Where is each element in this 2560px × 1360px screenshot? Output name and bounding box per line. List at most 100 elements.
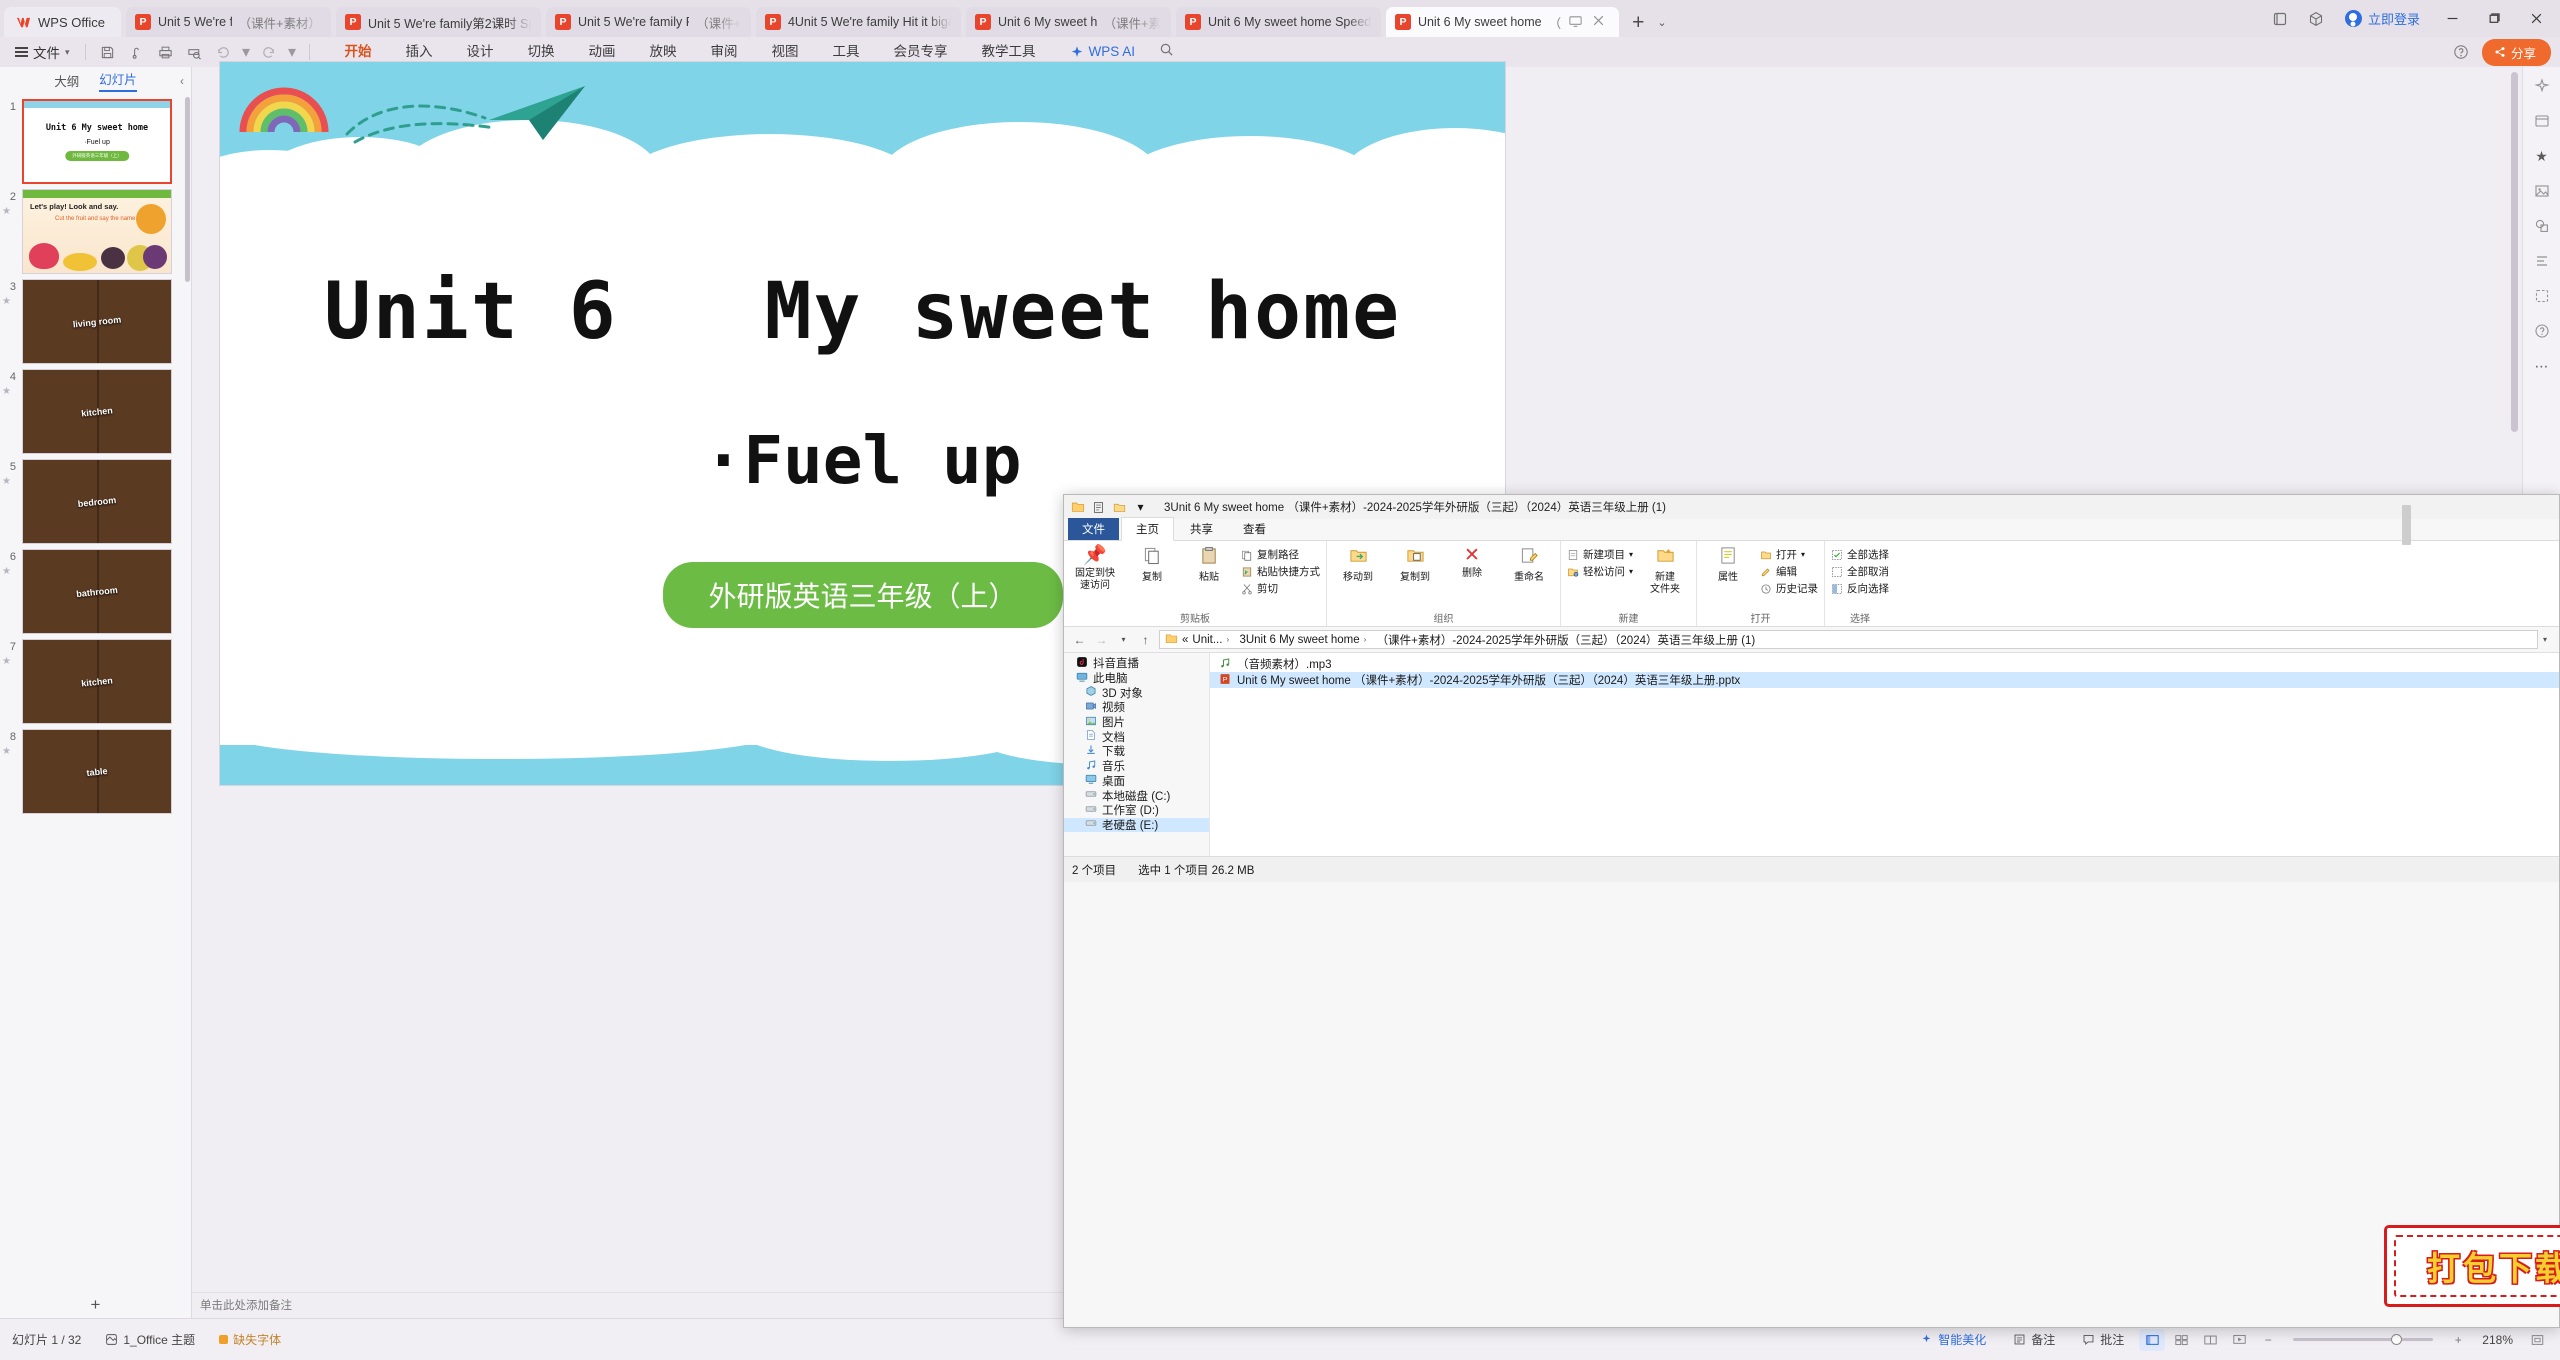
address-bar[interactable]: « Unit... › 3Unit 6 My sweet home › （课件+…	[1159, 630, 2538, 649]
close-tab-icon[interactable]	[1592, 14, 1609, 31]
delete-button[interactable]: ✕ 删除	[1447, 544, 1497, 580]
slide-thumbnail-row[interactable]: 4 ★ kitchen	[0, 364, 191, 454]
close-button[interactable]	[2516, 4, 2556, 34]
tree-item-6[interactable]: 下载	[1064, 744, 1209, 759]
print-icon[interactable]	[153, 40, 179, 64]
align-icon[interactable]	[2530, 250, 2554, 272]
move-to-button[interactable]: 移动到	[1333, 544, 1383, 584]
properties-button[interactable]: 属性	[1703, 544, 1753, 584]
login-button[interactable]: 立即登录	[2335, 9, 2430, 28]
edit-button[interactable]: 编辑	[1760, 564, 1818, 579]
slide-thumbnail-row[interactable]: 8 ★ table	[0, 724, 191, 814]
tree-item-9[interactable]: 本地磁盘 (C:)	[1064, 788, 1209, 803]
copy-button[interactable]: 复制	[1127, 544, 1177, 584]
slide-thumbnail[interactable]: bathroom	[22, 549, 172, 634]
undo-dropdown-icon[interactable]: ▾	[240, 40, 253, 64]
explorer-tab-3[interactable]: 查看	[1229, 518, 1280, 540]
help-icon[interactable]	[2448, 40, 2474, 64]
rename-button[interactable]: 重命名	[1504, 544, 1554, 584]
slide-thumbnail[interactable]: kitchen	[22, 369, 172, 454]
new-folder-button[interactable]: 新建 文件夹	[1640, 544, 1690, 595]
tree-item-7[interactable]: 音乐	[1064, 759, 1209, 774]
missing-font-warning[interactable]: 缺失字体	[207, 1331, 293, 1348]
more-options-icon[interactable]: ⋯	[2530, 355, 2554, 377]
zoom-slider[interactable]	[2293, 1333, 2434, 1345]
explorer-tab-0[interactable]: 文件	[1068, 518, 1119, 540]
properties-icon[interactable]	[1091, 500, 1106, 515]
favorites-star-icon[interactable]: ★	[2530, 145, 2554, 167]
tree-item-5[interactable]: 文档	[1064, 729, 1209, 744]
back-button[interactable]: ←	[1071, 633, 1088, 647]
slide-thumbnail-row[interactable]: 7 ★ kitchen	[0, 634, 191, 724]
explorer-tab-2[interactable]: 共享	[1176, 518, 1227, 540]
resources-icon[interactable]	[2530, 110, 2554, 132]
slide-panel-scrollbar[interactable]	[185, 97, 190, 282]
new-folder-icon[interactable]	[1112, 500, 1127, 515]
zoom-slider-knob[interactable]	[2391, 1333, 2403, 1345]
paste-shortcut-button[interactable]: 粘贴快捷方式	[1241, 564, 1320, 579]
cube-apps-icon[interactable]	[2299, 4, 2333, 34]
recent-locations-icon[interactable]: ▾	[1115, 635, 1132, 644]
zoom-in-button[interactable]: +	[2445, 1329, 2471, 1351]
help-circle-icon[interactable]	[2530, 320, 2554, 342]
pin-to-quick-access-button[interactable]: 📌 固定到快 速访问	[1070, 544, 1120, 591]
customize-qat-icon[interactable]: ▾	[1133, 500, 1148, 515]
paste-button[interactable]: 粘贴	[1184, 544, 1234, 584]
tree-item-10[interactable]: 工作室 (D:)	[1064, 803, 1209, 818]
copy-to-button[interactable]: 复制到	[1390, 544, 1440, 584]
canvas-vertical-scrollbar[interactable]	[2511, 72, 2518, 432]
file-menu-button[interactable]: 文件 ▾	[9, 42, 76, 62]
tab-list-dropdown-icon[interactable]: ⌄	[1653, 16, 1670, 29]
view-reading-icon[interactable]	[2197, 1329, 2223, 1351]
open-button[interactable]: 打开 ▾	[1760, 547, 1818, 562]
collapse-panel-icon[interactable]: ‹	[180, 74, 184, 88]
cut-button[interactable]: 剪切	[1241, 581, 1320, 596]
document-tab-0[interactable]: P Unit 5 We're family （课件+素材）	[125, 7, 331, 37]
breadcrumb-segment[interactable]: （课件+素材）-2024-2025学年外研版（三起）（2024）英语三年级上册 …	[1377, 632, 1756, 648]
presentation-mode-icon[interactable]	[1568, 14, 1585, 31]
search-icon[interactable]	[1159, 42, 1174, 62]
slide-thumbnail-row[interactable]: 1 Unit 6 My sweet home ·Fuel up 外研版英语三年级（上）	[0, 94, 191, 184]
tree-item-11[interactable]: 老硬盘 (E:)	[1064, 817, 1209, 833]
slide-thumbnail[interactable]: living room	[22, 279, 172, 364]
breadcrumb-overflow[interactable]: «	[1182, 634, 1188, 646]
file-list-scrollbar[interactable]	[2402, 505, 2411, 545]
shapes-icon[interactable]	[2530, 215, 2554, 237]
comments-toggle[interactable]: 批注	[2070, 1331, 2136, 1348]
select-all-button[interactable]: 全部选择	[1831, 547, 1889, 562]
document-tab-2[interactable]: P Unit 5 We're family Fuel up （课件+	[545, 7, 751, 37]
cloud-sync-icon[interactable]	[124, 40, 150, 64]
slide-thumbnail[interactable]: kitchen	[22, 639, 172, 724]
slide-thumbnail-row[interactable]: 5 ★ bedroom	[0, 454, 191, 544]
slide-thumbnail-row[interactable]: 2 ★ Let's play! Look and say. Cut the fruit…	[0, 184, 191, 274]
document-tab-1[interactable]: P Unit 5 We're family第2课时 Speed	[335, 7, 541, 37]
tab-outline[interactable]: 大纲	[54, 71, 79, 90]
file-explorer-window[interactable]: ▾ 3Unit 6 My sweet home （课件+素材）-2024-202…	[1063, 494, 2560, 1328]
zoom-level-label[interactable]: 218%	[2474, 1333, 2521, 1347]
tree-item-0[interactable]: 抖音直播	[1064, 656, 1209, 671]
view-normal-icon[interactable]	[2139, 1328, 2166, 1351]
wps-home-tab[interactable]: WPS Office	[4, 7, 121, 37]
history-button[interactable]: 历史记录	[1760, 581, 1818, 596]
ai-beautify-button[interactable]: 智能美化	[1908, 1331, 1998, 1348]
new-tab-button[interactable]: +	[1627, 12, 1649, 33]
tree-item-3[interactable]: 视频	[1064, 700, 1209, 715]
forward-button[interactable]: →	[1093, 633, 1110, 647]
slide-thumbnail[interactable]: table	[22, 729, 172, 814]
copy-path-button[interactable]: 复制路径	[1241, 547, 1320, 562]
print-preview-icon[interactable]	[182, 40, 208, 64]
address-dropdown-icon[interactable]: ▾	[2543, 635, 2552, 644]
undo-icon[interactable]	[211, 40, 237, 64]
tree-item-8[interactable]: 桌面	[1064, 774, 1209, 789]
tree-item-4[interactable]: 图片	[1064, 715, 1209, 730]
qat-more-icon[interactable]: ▾	[285, 40, 300, 64]
document-tab-5[interactable]: P Unit 6 My sweet home Speed up	[1175, 7, 1381, 37]
slide-thumbnail[interactable]: Unit 6 My sweet home ·Fuel up 外研版英语三年级（上）	[22, 99, 172, 184]
minimize-button[interactable]	[2432, 4, 2472, 34]
image-library-icon[interactable]	[2530, 180, 2554, 202]
up-button[interactable]: ↑	[1137, 633, 1154, 647]
zoom-out-button[interactable]: −	[2255, 1329, 2281, 1351]
maximize-button[interactable]	[2474, 4, 2514, 34]
breadcrumb-segment[interactable]: 3Unit 6 My sweet home	[1239, 634, 1359, 646]
explorer-tab-1[interactable]: 主页	[1121, 517, 1174, 541]
